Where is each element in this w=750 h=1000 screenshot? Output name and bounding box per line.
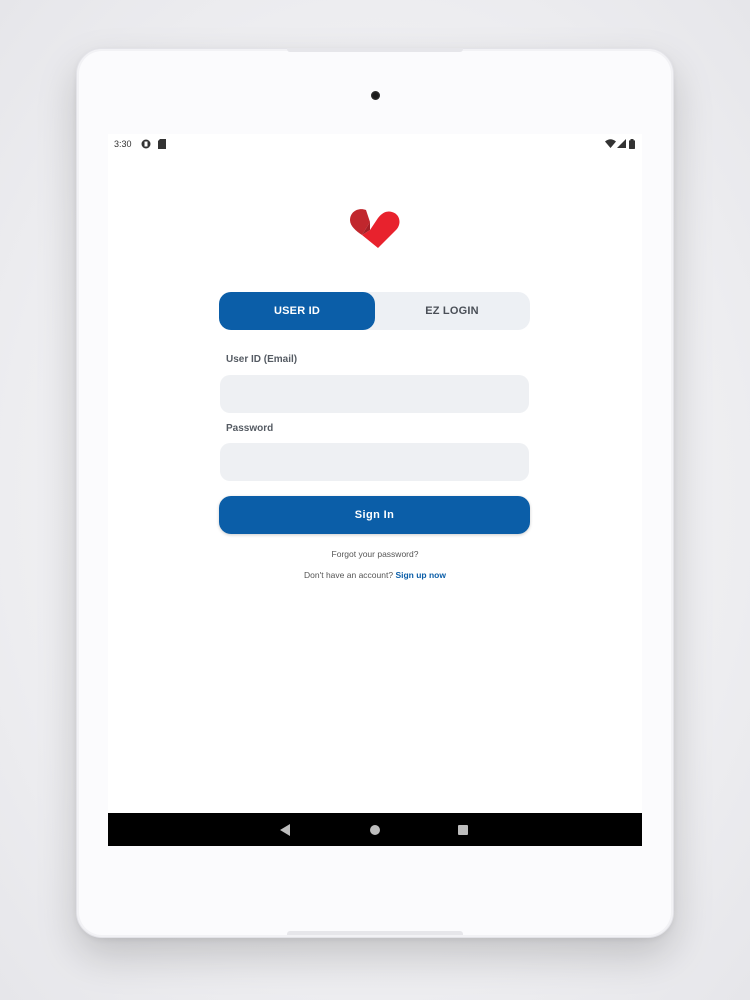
tab-user-id[interactable]: USER ID	[219, 292, 375, 330]
notification-icon	[141, 139, 151, 149]
battery-icon	[629, 139, 635, 149]
recents-icon[interactable]	[458, 825, 468, 835]
forgot-password-link[interactable]: Forgot your password?	[108, 549, 642, 559]
password-label: Password	[226, 423, 274, 434]
sign-in-button[interactable]: Sign In	[219, 496, 530, 534]
front-camera	[371, 91, 380, 100]
back-icon[interactable]	[280, 824, 290, 836]
status-time: 3:30	[114, 139, 132, 149]
user-id-input[interactable]	[220, 375, 529, 413]
sim-card-icon	[158, 139, 166, 149]
wifi-icon	[605, 139, 616, 148]
tablet-top-edge	[287, 48, 463, 52]
status-bar: 3:30	[108, 134, 642, 154]
signup-row: Don't have an account? Sign up now	[108, 570, 642, 580]
user-id-label: User ID (Email)	[226, 354, 298, 365]
sign-up-link[interactable]: Sign up now	[395, 570, 446, 580]
tab-ez-login[interactable]: EZ LOGIN	[374, 292, 530, 330]
home-icon[interactable]	[370, 825, 380, 835]
heart-check-logo	[350, 209, 400, 248]
no-account-text: Don't have an account?	[304, 570, 396, 580]
device-screen: 3:30 USER ID EZ LOGIN User ID (Email) Pa…	[108, 134, 642, 846]
navigation-bar	[108, 813, 642, 846]
login-mode-toggle: USER ID EZ LOGIN	[219, 292, 530, 330]
signal-icon	[617, 139, 626, 148]
password-input[interactable]	[220, 443, 529, 481]
tablet-bottom-edge	[287, 931, 463, 935]
